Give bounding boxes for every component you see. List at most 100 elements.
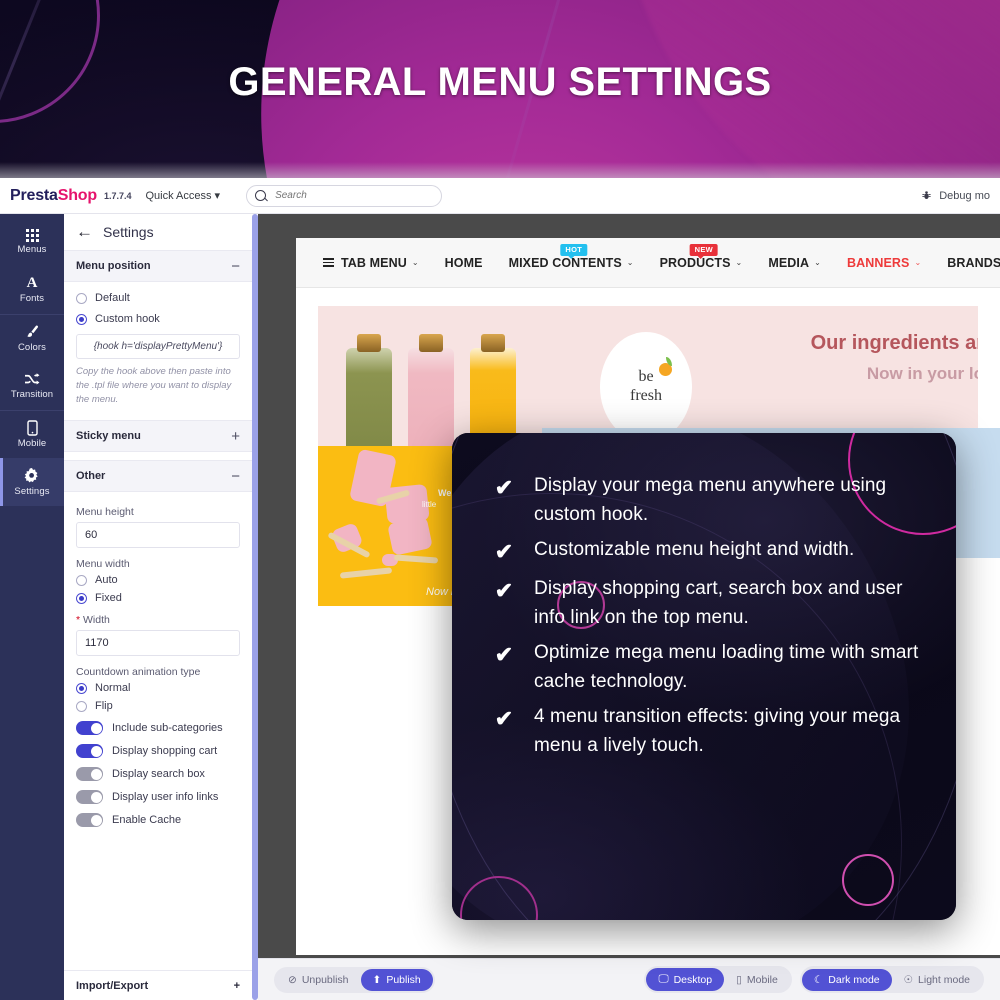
sidebar-item-menus[interactable]: Menus <box>0 218 64 266</box>
toggle-display-shopping-cart[interactable] <box>76 744 103 758</box>
width-input[interactable] <box>77 631 235 655</box>
sidebar-label-transition: Transition <box>11 389 53 400</box>
chevron-down-icon-banners: ⌄ <box>914 258 921 267</box>
toggle-row-display-shopping-cart[interactable]: Display shopping cart <box>76 744 240 758</box>
shuffle-icon <box>24 372 41 387</box>
feature-list: ✔ Display your mega menu anywhere using … <box>492 471 930 766</box>
collapse-icon-other[interactable]: − <box>231 471 240 482</box>
toggle-enable-cache[interactable] <box>76 813 103 827</box>
radio-fixed[interactable]: Fixed <box>76 592 240 604</box>
quick-access-menu[interactable]: Quick Access ▾ <box>145 189 220 202</box>
radio-icon-custom-hook[interactable] <box>76 314 87 325</box>
bottom-toolbar: ⊘ Unpublish ⬆ Publish 🖵 Desktop ▯ Mobile <box>258 958 1000 1000</box>
expand-icon-import-export[interactable]: + <box>234 980 240 992</box>
radio-icon-normal[interactable] <box>76 683 87 694</box>
sidebar-item-colors[interactable]: Colors <box>0 314 64 362</box>
collapse-icon-menu-position[interactable]: − <box>231 261 240 272</box>
expand-icon-sticky-menu[interactable]: + <box>231 431 240 442</box>
search-box[interactable] <box>246 185 442 207</box>
section-menu-position[interactable]: Menu position − <box>64 250 252 282</box>
mobile-view-button[interactable]: ▯ Mobile <box>724 969 790 991</box>
logo-shop: Shop <box>58 187 97 204</box>
hook-code-field[interactable]: {hook h='displayPrettyMenu'} <box>76 334 240 359</box>
badge-new: NEW <box>690 244 718 256</box>
version-label: 1.7.7.4 <box>104 191 132 201</box>
toggle-display-user-info-links[interactable] <box>76 790 103 804</box>
be-fresh-line1: be <box>638 368 653 387</box>
arrow-left-icon[interactable]: ← <box>76 225 93 239</box>
app-header: PrestaShop 1.7.7.4 Quick Access ▾ Debug … <box>0 178 1000 214</box>
sidebar-item-fonts[interactable]: A Fonts <box>0 266 64 314</box>
toggle-include-subcategories[interactable] <box>76 721 103 735</box>
sidebar-item-mobile[interactable]: Mobile <box>0 410 64 458</box>
menu-item-brands[interactable]: BRANDS ⌄ <box>934 256 1000 270</box>
toggle-row-display-search-box[interactable]: Display search box <box>76 767 240 781</box>
moon-icon: ☾ <box>814 974 823 986</box>
publish-button[interactable]: ⬆ Publish <box>361 969 433 991</box>
debug-mode-indicator[interactable]: Debug mo <box>921 190 990 202</box>
toggle-row-enable-cache[interactable]: Enable Cache <box>76 813 240 827</box>
radio-auto[interactable]: Auto <box>76 574 240 586</box>
menu-item-products[interactable]: NEW PRODUCTS ⌄ <box>647 256 756 270</box>
toggle-row-include-subcategories[interactable]: Include sub-categories <box>76 721 240 735</box>
check-icon: ✔ <box>492 702 516 761</box>
feature-highlight-card: ✔ Display your mega menu anywhere using … <box>452 433 956 920</box>
sidebar-item-transition[interactable]: Transition <box>0 362 64 410</box>
check-icon: ✔ <box>492 574 516 633</box>
sidebar-label-fonts: Fonts <box>20 293 44 304</box>
feature-text-4: Optimize mega menu loading time with sma… <box>534 638 930 697</box>
menu-item-home[interactable]: HOME <box>432 256 496 270</box>
menu-item-mixed-contents[interactable]: HOT MIXED CONTENTS ⌄ <box>496 256 647 270</box>
menu-height-input[interactable] <box>77 523 235 547</box>
panel-scrollbar[interactable] <box>252 214 258 1000</box>
settings-panel: ← Settings Menu position − Default Custo… <box>64 214 252 1000</box>
section-import-export-label: Import/Export <box>76 980 148 992</box>
menu-item-media[interactable]: MEDIA ⌄ <box>755 256 834 270</box>
search-input[interactable] <box>275 190 433 201</box>
radio-icon-fixed[interactable] <box>76 593 87 604</box>
search-icon <box>255 190 266 201</box>
menu-height-field[interactable]: px ⌃⌄ <box>76 522 240 548</box>
toggle-label-enable-cache: Enable Cache <box>112 814 181 826</box>
radio-icon-auto[interactable] <box>76 575 87 586</box>
hero-banner: GENERAL MENU SETTINGS <box>0 0 1000 178</box>
section-import-export[interactable]: Import/Export + <box>64 970 252 1000</box>
section-menu-position-label: Menu position <box>76 260 151 272</box>
radio-custom-hook[interactable]: Custom hook <box>76 313 240 325</box>
radio-icon-default[interactable] <box>76 293 87 304</box>
dark-mode-button[interactable]: ☾ Dark mode <box>802 969 892 991</box>
toggle-label-display-user-info-links: Display user info links <box>112 791 218 803</box>
menu-label-home: HOME <box>445 256 483 270</box>
menu-item-tab-menu[interactable]: TAB MENU ⌄ <box>310 256 432 270</box>
hook-help-text: Copy the hook above then paste into the … <box>76 365 240 406</box>
unpublish-button[interactable]: ⊘ Unpublish <box>276 969 361 991</box>
feature-text-2: Customizable menu height and width. <box>534 535 854 569</box>
radio-flip[interactable]: Flip <box>76 700 240 712</box>
mega-menu-bar: TAB MENU ⌄ HOME HOT MIXED CONTENTS ⌄ NEW… <box>296 238 1000 288</box>
desktop-view-button[interactable]: 🖵 Desktop <box>646 968 724 991</box>
radio-normal[interactable]: Normal <box>76 682 240 694</box>
section-sticky-menu[interactable]: Sticky menu + <box>64 420 252 452</box>
toggle-row-display-user-info-links[interactable]: Display user info links <box>76 790 240 804</box>
feature-card-ring-bottom-right <box>842 854 894 906</box>
hero-fade <box>0 162 1000 178</box>
light-mode-label: Light mode <box>918 974 970 986</box>
feature-list-item: ✔ Optimize mega menu loading time with s… <box>492 638 930 697</box>
radio-label-custom-hook: Custom hook <box>95 313 160 325</box>
sidebar-item-settings[interactable]: Settings <box>0 458 64 506</box>
desktop-icon: 🖵 <box>658 973 668 986</box>
section-other[interactable]: Other − <box>64 460 252 492</box>
radio-icon-flip[interactable] <box>76 701 87 712</box>
be-fresh-line2: fresh <box>630 387 662 406</box>
menu-item-banners[interactable]: BANNERS ⌄ <box>834 256 934 270</box>
toggle-display-search-box[interactable] <box>76 767 103 781</box>
width-field[interactable]: px ⌃⌄ <box>76 630 240 656</box>
width-label-text: Width <box>83 614 110 626</box>
radio-default[interactable]: Default <box>76 292 240 304</box>
menu-position-body: Default Custom hook {hook h='displayPret… <box>64 282 252 406</box>
check-icon: ✔ <box>492 638 516 697</box>
prestashop-logo[interactable]: PrestaShop <box>10 187 97 205</box>
gear-icon <box>24 468 40 484</box>
light-mode-button[interactable]: ☉ Light mode <box>892 969 982 991</box>
countdown-label: Countdown animation type <box>76 666 240 678</box>
